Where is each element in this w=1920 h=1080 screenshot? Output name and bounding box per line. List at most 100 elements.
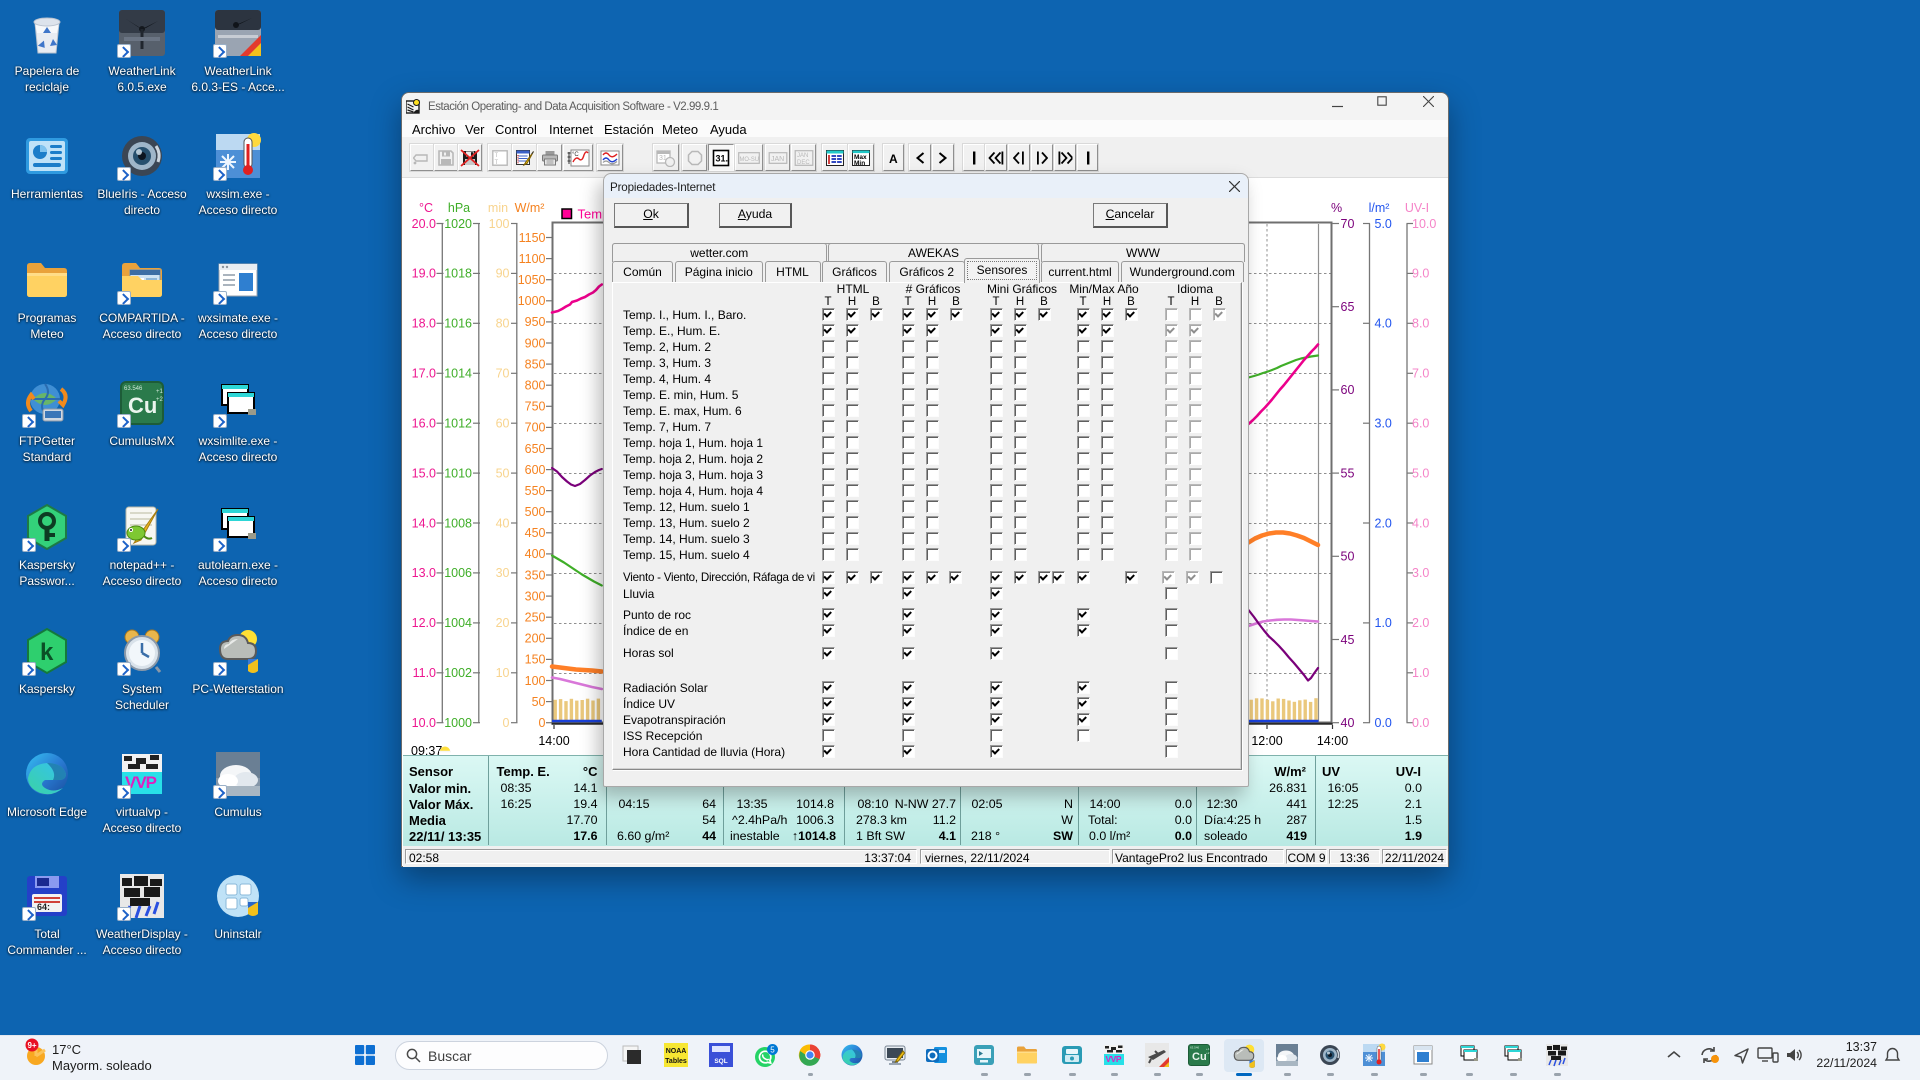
svg-text:600: 600: [525, 463, 546, 477]
svg-text:°C: °C: [419, 201, 433, 215]
svg-text:0.0: 0.0: [1375, 716, 1392, 730]
svg-text:3.0: 3.0: [1375, 417, 1392, 431]
svg-text:700: 700: [525, 421, 546, 435]
svg-text:1002: 1002: [444, 666, 472, 680]
svg-text:2.0: 2.0: [1412, 616, 1429, 630]
svg-text:14:00: 14:00: [1317, 734, 1348, 748]
svg-text:10.0: 10.0: [1412, 217, 1436, 231]
svg-text:17.0: 17.0: [412, 367, 436, 381]
svg-text:400: 400: [525, 547, 546, 561]
svg-text:100: 100: [525, 674, 546, 688]
svg-text:20: 20: [496, 616, 510, 630]
svg-text:9+: 9+: [27, 1041, 36, 1050]
svg-text:MO-SU: MO-SU: [740, 156, 760, 163]
svg-text:450: 450: [525, 526, 546, 540]
svg-text:+2: +2: [156, 397, 164, 403]
svg-text:UV-I: UV-I: [1405, 201, 1429, 215]
svg-text:5.0: 5.0: [1375, 217, 1392, 231]
svg-text:T: T: [495, 159, 499, 166]
svg-text:12.0: 12.0: [412, 616, 436, 630]
svg-text:19.0: 19.0: [412, 267, 436, 281]
svg-text:850: 850: [525, 357, 546, 371]
svg-text:300: 300: [525, 589, 546, 603]
svg-text:50: 50: [496, 466, 510, 480]
svg-text:100: 100: [489, 217, 510, 231]
svg-text:200: 200: [525, 632, 546, 646]
svg-text:VVP: VVP: [1106, 1054, 1122, 1064]
svg-text:Cu: Cu: [128, 393, 157, 418]
svg-text:1.0: 1.0: [1375, 616, 1392, 630]
svg-text:DEC: DEC: [797, 160, 810, 166]
svg-text:31.: 31.: [716, 153, 729, 163]
svg-text:20.0: 20.0: [412, 217, 436, 231]
svg-text:40: 40: [496, 516, 510, 530]
svg-text:0: 0: [539, 716, 546, 730]
svg-text:1004: 1004: [444, 616, 472, 630]
svg-text:T: T: [495, 152, 499, 159]
svg-text:70: 70: [1341, 217, 1355, 231]
svg-text:1010: 1010: [444, 466, 472, 480]
svg-text:1018: 1018: [444, 267, 472, 281]
svg-text:7.0: 7.0: [1412, 367, 1429, 381]
svg-text:80: 80: [496, 317, 510, 331]
svg-text:0: 0: [503, 716, 510, 730]
svg-text:15.0: 15.0: [412, 466, 436, 480]
svg-text:50: 50: [1341, 550, 1355, 564]
svg-text:5: 5: [770, 1045, 775, 1054]
svg-text:9.0: 9.0: [1412, 267, 1429, 281]
svg-text:0.0: 0.0: [1412, 716, 1429, 730]
svg-text:3.0: 3.0: [1412, 566, 1429, 580]
svg-text:800: 800: [525, 379, 546, 393]
svg-text:500: 500: [525, 505, 546, 519]
svg-text:09:37: 09:37: [411, 744, 442, 755]
svg-text:14:00: 14:00: [538, 734, 569, 748]
svg-text:250: 250: [525, 611, 546, 625]
svg-text:1006: 1006: [444, 566, 472, 580]
svg-text:60: 60: [496, 417, 510, 431]
svg-text:1012: 1012: [444, 417, 472, 431]
svg-text:650: 650: [525, 442, 546, 456]
svg-text:40: 40: [1341, 716, 1355, 730]
svg-text:65: 65: [1341, 300, 1355, 314]
svg-text:1020: 1020: [444, 217, 472, 231]
svg-text:+1: +1: [156, 389, 164, 395]
svg-text:W/m²: W/m²: [515, 201, 545, 215]
svg-text:12:00: 12:00: [1251, 734, 1282, 748]
svg-text:64:: 64:: [37, 902, 50, 912]
svg-text:10: 10: [496, 666, 510, 680]
svg-text:+1: +1: [1206, 1047, 1210, 1051]
svg-text:16.0: 16.0: [412, 417, 436, 431]
svg-text:60: 60: [1341, 383, 1355, 397]
svg-text:JAN: JAN: [797, 153, 808, 159]
svg-text:+2: +2: [1206, 1051, 1210, 1055]
svg-text:63.546: 63.546: [1190, 1046, 1200, 1050]
svg-text:SQL: SQL: [714, 1058, 727, 1065]
svg-text:10.0: 10.0: [412, 716, 436, 730]
svg-text:1000: 1000: [444, 716, 472, 730]
svg-text:min: min: [488, 201, 508, 215]
svg-text:45: 45: [1341, 633, 1355, 647]
svg-text:Tables: Tables: [665, 1058, 687, 1065]
svg-text:1.0: 1.0: [1412, 666, 1429, 680]
svg-text:5.0: 5.0: [1412, 466, 1429, 480]
svg-text:14.0: 14.0: [412, 516, 436, 530]
svg-text:70: 70: [496, 367, 510, 381]
svg-text:350: 350: [525, 568, 546, 582]
svg-text:Cu: Cu: [1192, 1051, 1207, 1063]
svg-text:2.0: 2.0: [1375, 516, 1392, 530]
svg-text:1014: 1014: [444, 367, 472, 381]
svg-text:1000: 1000: [518, 294, 546, 308]
svg-text:8.0: 8.0: [1412, 317, 1429, 331]
svg-text:4.0: 4.0: [1375, 317, 1392, 331]
svg-text:°C: °C: [572, 152, 579, 158]
svg-text:hPa: hPa: [448, 201, 470, 215]
svg-text:150: 150: [525, 653, 546, 667]
svg-text:750: 750: [525, 400, 546, 414]
svg-text:550: 550: [525, 484, 546, 498]
svg-text:1100: 1100: [519, 252, 546, 266]
svg-text:90: 90: [496, 267, 510, 281]
svg-text:30: 30: [496, 566, 510, 580]
svg-text:4.0: 4.0: [1412, 516, 1429, 530]
svg-text:1050: 1050: [518, 273, 546, 287]
svg-text:NOAA: NOAA: [666, 1048, 687, 1055]
